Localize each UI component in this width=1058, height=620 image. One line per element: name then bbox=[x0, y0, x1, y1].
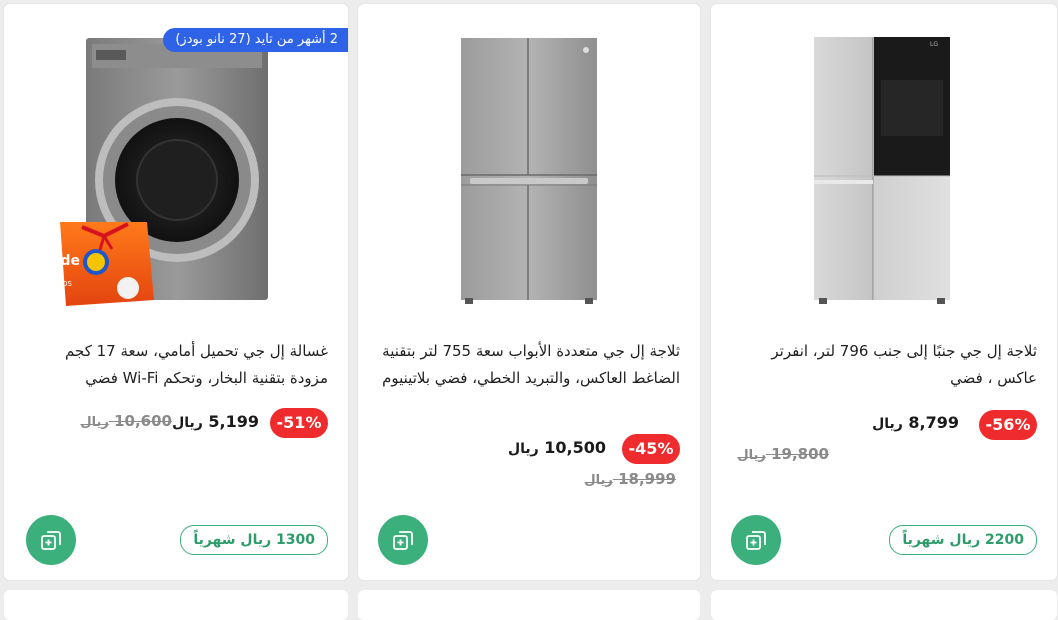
next-row-card bbox=[4, 590, 348, 620]
old-price-value: 19,800 bbox=[771, 445, 829, 463]
price: 8,799 ريال bbox=[872, 413, 959, 432]
product-image[interactable]: LG bbox=[711, 30, 1057, 308]
currency: ريال bbox=[172, 415, 203, 431]
monthly-installment-badge: 2200 ريال شهرياً bbox=[889, 525, 1037, 555]
add-to-cart-button[interactable] bbox=[378, 515, 428, 565]
price: 5,199 ريال bbox=[172, 412, 259, 431]
currency: ريال bbox=[507, 441, 539, 457]
french-door-fridge-image bbox=[461, 38, 597, 304]
discount-badge: -45% bbox=[622, 434, 680, 464]
old-price: 10,600 ريال bbox=[80, 412, 172, 430]
add-to-cart-button[interactable] bbox=[731, 515, 781, 565]
old-currency: ريال bbox=[80, 415, 109, 430]
old-currency: ريال bbox=[584, 473, 613, 488]
product-card-washer[interactable]: Tide NANO PODS 2 أشهر من تايد (27 نانو ب… bbox=[4, 4, 348, 580]
svg-text:LG: LG bbox=[930, 41, 938, 48]
price-value: 5,199 bbox=[208, 412, 259, 431]
product-image[interactable] bbox=[358, 30, 700, 308]
product-title[interactable]: غسالة إل جي تحميل أمامي، سعة 17 كجم مزود… bbox=[28, 338, 328, 392]
add-to-cart-icon bbox=[41, 531, 61, 550]
monthly-installment-badge: 1300 ريال شهرياً bbox=[180, 525, 328, 555]
discount-badge: -51% bbox=[270, 408, 328, 438]
old-currency: ريال bbox=[737, 448, 766, 463]
product-card-fridge-side-by-side[interactable]: LG ثلاجة إل جي جنبًا إلى جنب 796 لتر، ان… bbox=[711, 4, 1057, 580]
old-price-value: 18,999 bbox=[618, 470, 676, 488]
product-image[interactable]: Tide NANO PODS bbox=[4, 30, 348, 308]
product-title[interactable]: ثلاجة إل جي جنبًا إلى جنب 796 لتر، انفرت… bbox=[737, 338, 1037, 392]
add-to-cart-button[interactable] bbox=[26, 515, 76, 565]
product-card-fridge-multi-door[interactable]: ثلاجة إل جي متعددة الأبواب سعة 755 لتر ب… bbox=[358, 4, 700, 580]
price-value: 10,500 bbox=[544, 438, 606, 457]
add-to-cart-icon bbox=[393, 531, 413, 550]
add-to-cart-icon bbox=[746, 531, 766, 550]
discount-badge: -56% bbox=[979, 410, 1037, 440]
old-price-value: 10,600 bbox=[114, 412, 172, 430]
tide-logo: Tide bbox=[46, 253, 80, 269]
front-load-washer-image: Tide NANO PODS bbox=[29, 38, 268, 306]
next-row-card bbox=[358, 590, 700, 620]
product-title[interactable]: ثلاجة إل جي متعددة الأبواب سعة 755 لتر ب… bbox=[380, 338, 680, 392]
price: 10,500 ريال bbox=[508, 438, 606, 457]
next-row-card bbox=[711, 590, 1057, 620]
side-by-side-fridge-image: LG bbox=[814, 37, 950, 304]
promo-ribbon: 2 أشهر من تايد (27 نانو بودز) bbox=[163, 28, 348, 52]
tide-subtitle: NANO PODS bbox=[29, 280, 72, 288]
currency: ريال bbox=[872, 416, 903, 432]
old-price: 18,999 ريال bbox=[584, 470, 676, 488]
old-price: 19,800 ريال bbox=[737, 445, 829, 463]
price-value: 8,799 bbox=[908, 413, 959, 432]
